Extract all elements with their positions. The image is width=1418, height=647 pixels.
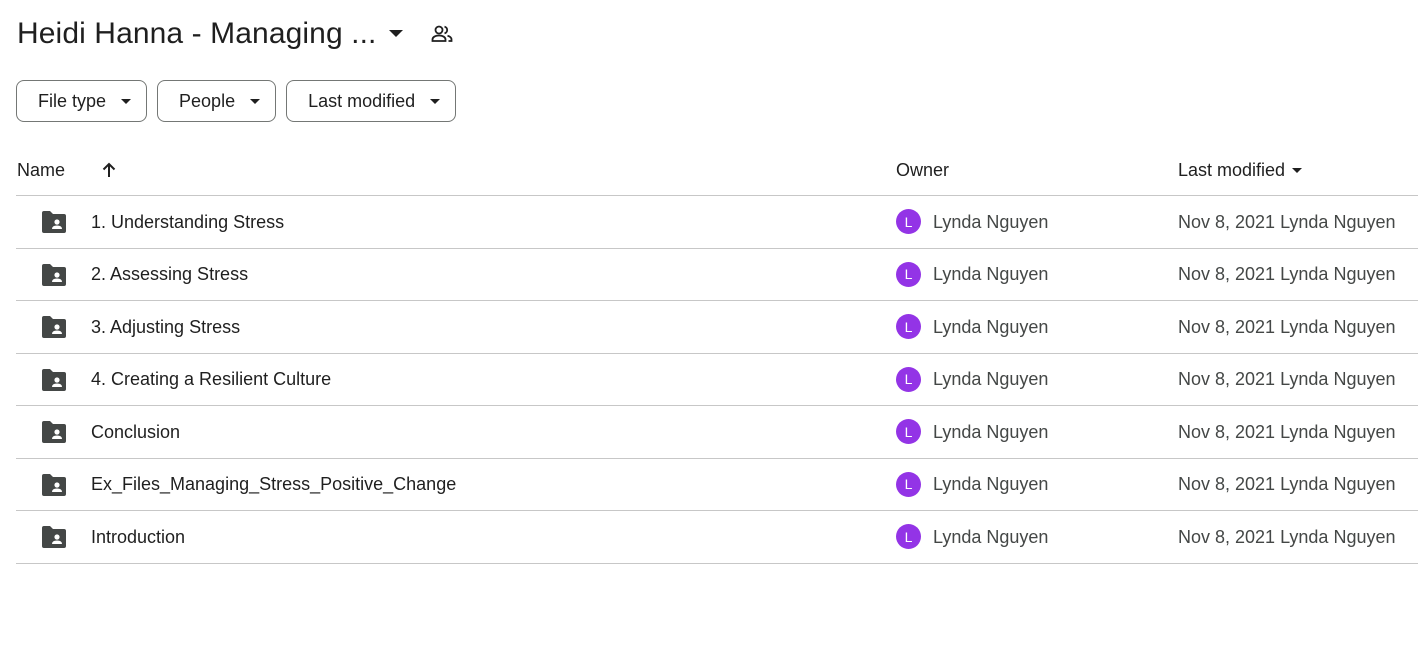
avatar: L bbox=[896, 471, 921, 497]
file-row[interactable]: Ex_Files_Managing_Stress_Positive_Change… bbox=[16, 459, 1418, 511]
shared-folder-icon bbox=[40, 263, 68, 287]
owner-name: Lynda Nguyen bbox=[933, 526, 1049, 547]
folder-title[interactable]: Heidi Hanna - Managing ... bbox=[17, 17, 376, 51]
last-modified-value: Nov 8, 2021 Lynda Nguyen bbox=[1178, 526, 1396, 547]
avatar: L bbox=[896, 314, 921, 339]
owner-name: Lynda Nguyen bbox=[933, 474, 1049, 494]
owner-name: Lynda Nguyen bbox=[933, 369, 1049, 389]
file-row[interactable]: Conclusion L Lynda Nguyen Nov 8, 2021 Lynda… bbox=[16, 406, 1418, 459]
owner-name: Lynda Nguyen bbox=[933, 211, 1049, 232]
avatar: L bbox=[896, 261, 921, 287]
arrow-drop-down-icon[interactable] bbox=[378, 16, 414, 52]
column-header-name[interactable]: Name bbox=[17, 146, 65, 195]
owner-name: Lynda Nguyen bbox=[933, 264, 1049, 284]
arrow-drop-down-icon bbox=[1291, 167, 1303, 174]
file-row[interactable]: 4. Creating a Resilient Culture L Lynda Ng… bbox=[16, 354, 1418, 406]
folder-header: Heidi Hanna - Managing ... bbox=[17, 14, 456, 54]
avatar: L bbox=[896, 366, 921, 392]
shared-folder-icon bbox=[40, 368, 68, 392]
file-row[interactable]: 3. Adjusting Stress L Lynda Nguyen Nov 8, 2… bbox=[16, 301, 1418, 354]
shared-folder-icon bbox=[40, 210, 68, 234]
column-header-label: Last modified bbox=[1178, 160, 1286, 180]
arrow-drop-down-icon bbox=[429, 98, 441, 105]
shared-folder-icon bbox=[40, 473, 68, 497]
arrow-upward-icon[interactable] bbox=[96, 157, 122, 183]
file-name[interactable]: 1. Understanding Stress bbox=[91, 196, 284, 248]
file-name[interactable]: 2. Assessing Stress bbox=[91, 249, 248, 301]
avatar: L bbox=[896, 209, 921, 234]
owner-name: Lynda Nguyen bbox=[933, 316, 1049, 337]
column-header-last-modified[interactable]: Last modified bbox=[1178, 146, 1303, 195]
shared-people-icon[interactable] bbox=[428, 20, 456, 48]
filter-bar: File type People Last modified bbox=[16, 80, 457, 122]
last-modified-value: Nov 8, 2021 Lynda Nguyen bbox=[1178, 369, 1396, 389]
last-modified-filter[interactable]: Last modified bbox=[286, 80, 457, 122]
filter-label: File type bbox=[38, 90, 107, 111]
filter-label: People bbox=[179, 90, 236, 111]
file-row[interactable]: 2. Assessing Stress L Lynda Nguyen Nov 8, 2… bbox=[16, 249, 1418, 301]
arrow-drop-down-icon bbox=[249, 98, 261, 105]
last-modified-value: Nov 8, 2021 Lynda Nguyen bbox=[1178, 474, 1396, 494]
file-name[interactable]: 4. Creating a Resilient Culture bbox=[91, 354, 331, 406]
file-name[interactable]: Ex_Files_Managing_Stress_Positive_Change bbox=[91, 459, 456, 511]
file-row[interactable]: Introduction L Lynda Nguyen Nov 8, 2021 Lyn… bbox=[16, 511, 1418, 564]
filter-label: Last modified bbox=[308, 90, 416, 111]
last-modified-value: Nov 8, 2021 Lynda Nguyen bbox=[1178, 211, 1396, 232]
shared-folder-icon bbox=[40, 420, 68, 444]
last-modified-value: Nov 8, 2021 Lynda Nguyen bbox=[1178, 264, 1396, 284]
arrow-drop-down-icon bbox=[120, 98, 132, 105]
shared-folder-icon bbox=[40, 315, 68, 339]
owner-name: Lynda Nguyen bbox=[933, 421, 1049, 442]
file-name[interactable]: Introduction bbox=[91, 511, 185, 563]
file-name[interactable]: Conclusion bbox=[91, 406, 180, 458]
avatar: L bbox=[896, 419, 921, 444]
avatar: L bbox=[896, 524, 921, 549]
file-list: 1. Understanding Stress L Lynda Nguyen Nov … bbox=[16, 196, 1418, 564]
last-modified-value: Nov 8, 2021 Lynda Nguyen bbox=[1178, 316, 1396, 337]
people-filter[interactable]: People bbox=[157, 80, 277, 122]
file-type-filter[interactable]: File type bbox=[16, 80, 148, 122]
shared-folder-icon bbox=[40, 525, 68, 549]
file-row[interactable]: 1. Understanding Stress L Lynda Nguyen Nov … bbox=[16, 196, 1418, 249]
column-header-owner: Owner bbox=[896, 160, 950, 180]
table-header: Name Owner Last modified bbox=[16, 146, 1418, 196]
file-name[interactable]: 3. Adjusting Stress bbox=[91, 301, 240, 353]
last-modified-value: Nov 8, 2021 Lynda Nguyen bbox=[1178, 421, 1396, 442]
